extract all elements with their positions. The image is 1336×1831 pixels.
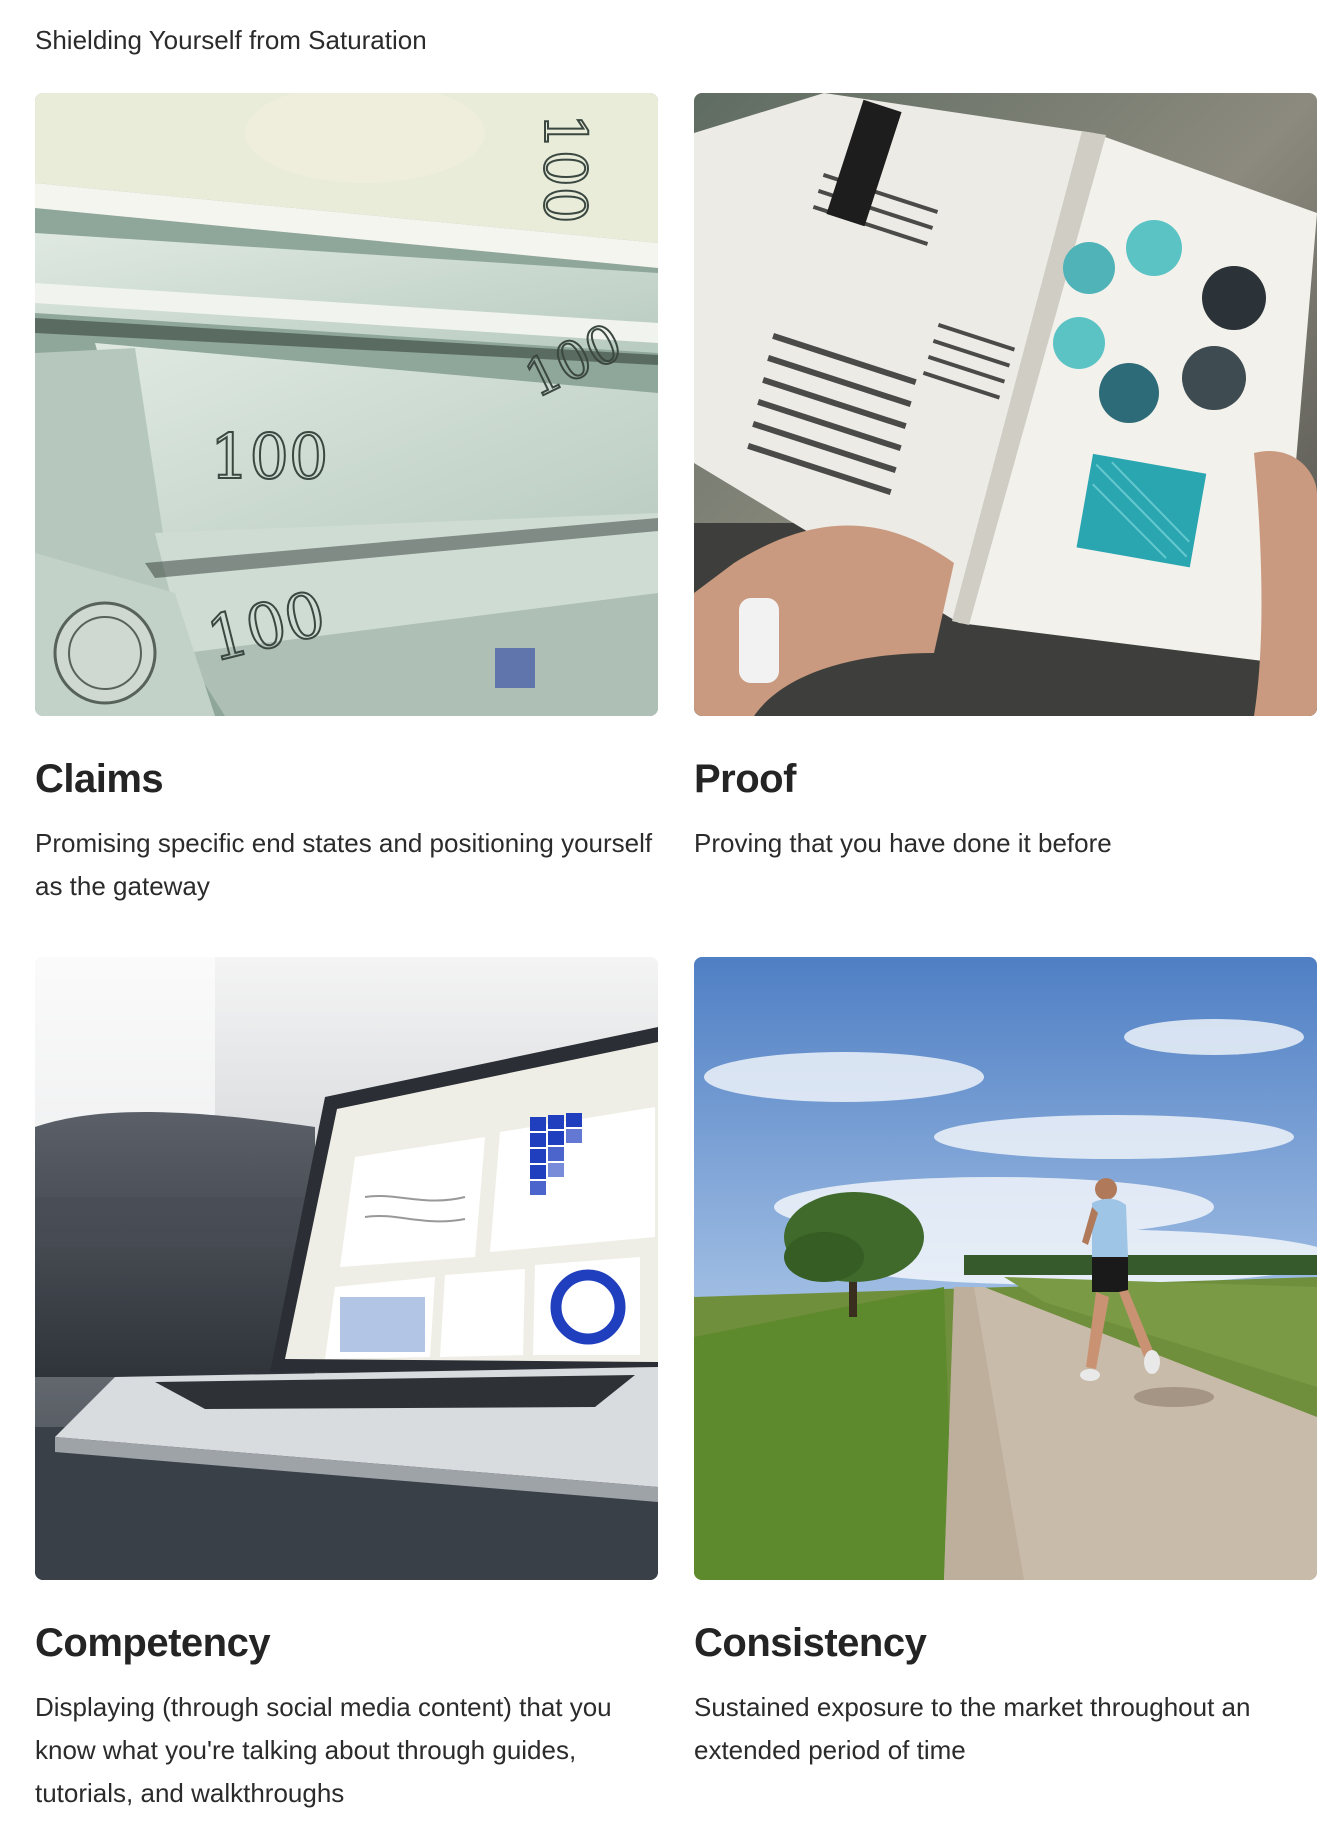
book-mvp-image[interactable] [694, 93, 1317, 716]
card-claims[interactable]: 100 100 100 100 Claims Promising specifi… [35, 93, 658, 957]
laptop-dashboard-image[interactable] [35, 957, 658, 1580]
money-stack-image[interactable]: 100 100 100 100 [35, 93, 658, 716]
card-consistency[interactable]: Consistency Sustained exposure to the ma… [694, 957, 1317, 1821]
card-title: Proof [694, 757, 796, 801]
card-description: Displaying (through social media content… [35, 1692, 612, 1808]
card-description: Proving that you have done it before [694, 828, 1112, 858]
svg-text:100: 100 [210, 420, 328, 493]
runner-illustration [694, 957, 1317, 1580]
page-heading: Shielding Yourself from Saturation [35, 25, 427, 55]
card-proof[interactable]: Proof Proving that you have done it befo… [694, 93, 1317, 957]
card-title: Competency [35, 1621, 271, 1665]
card-description: Sustained exposure to the market through… [694, 1692, 1251, 1765]
svg-text:100: 100 [531, 113, 599, 224]
money-stack-illustration: 100 100 100 100 [35, 93, 658, 716]
runner-road-image[interactable] [694, 957, 1317, 1580]
card-competency[interactable]: Competency Displaying (through social me… [35, 957, 658, 1821]
laptop-illustration [35, 957, 658, 1580]
card-grid: 100 100 100 100 Claims Promising specifi… [35, 93, 1317, 1821]
card-description: Promising specific end states and positi… [35, 828, 653, 901]
book-illustration [694, 93, 1317, 716]
card-title: Claims [35, 757, 164, 801]
card-title: Consistency [694, 1621, 927, 1665]
